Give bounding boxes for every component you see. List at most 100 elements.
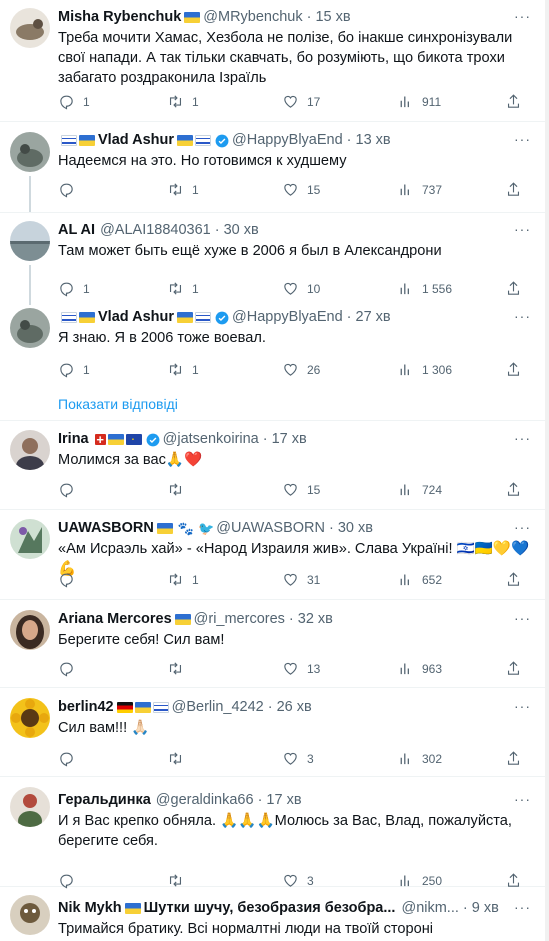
retweet-button[interactable] xyxy=(167,660,192,677)
reply-button[interactable]: 1 xyxy=(58,361,90,378)
retweet-button[interactable]: 1 xyxy=(167,280,199,297)
more-options-icon[interactable]: ··· xyxy=(514,8,531,24)
timestamp[interactable]: 9 хв xyxy=(472,899,499,918)
avatar[interactable] xyxy=(10,308,50,348)
views-button[interactable]: 737 xyxy=(397,181,442,198)
share-button[interactable] xyxy=(505,750,522,767)
tweet[interactable]: berlin42 @Berlin_4242 · 26 хв ··· Сил ва… xyxy=(0,688,545,777)
avatar[interactable] xyxy=(10,787,50,827)
like-button[interactable]: 13 xyxy=(282,660,320,677)
display-name[interactable]: berlin42 xyxy=(58,698,114,717)
views-button[interactable]: 724 xyxy=(397,481,442,498)
reply-button[interactable] xyxy=(58,750,83,767)
like-button[interactable]: 31 xyxy=(282,571,320,588)
views-button[interactable]: 302 xyxy=(397,750,442,767)
more-options-icon[interactable]: ··· xyxy=(514,221,531,237)
display-name[interactable]: Vlad Ashur xyxy=(98,131,174,150)
like-button[interactable]: 3 xyxy=(282,750,314,767)
tweet[interactable]: Irina @jatsenkoirina · 17 хв ··· Молимся… xyxy=(0,421,545,510)
handle[interactable]: @geraldinka66 xyxy=(156,791,254,810)
more-options-icon[interactable]: ··· xyxy=(514,519,531,535)
tweet[interactable]: Ariana Mercores @ri_mercores · 32 хв ···… xyxy=(0,600,545,688)
display-name[interactable]: Ariana Mercores xyxy=(58,610,172,629)
share-button[interactable] xyxy=(505,660,522,677)
views-button[interactable]: 963 xyxy=(397,660,442,677)
timestamp[interactable]: 27 хв xyxy=(356,308,391,327)
timestamp[interactable]: 32 хв xyxy=(298,610,333,629)
avatar[interactable] xyxy=(10,430,50,470)
share-button[interactable] xyxy=(505,280,522,297)
display-name[interactable]: UAWASBORN xyxy=(58,519,154,538)
reply-button[interactable] xyxy=(58,481,83,498)
reply-button[interactable] xyxy=(58,181,83,198)
handle[interactable]: @jatsenkoirina xyxy=(163,430,259,449)
avatar[interactable] xyxy=(10,698,50,738)
more-options-icon[interactable]: ··· xyxy=(514,899,531,915)
display-name[interactable]: Misha Rybenchuk xyxy=(58,8,181,27)
views-button[interactable]: 1 556 xyxy=(397,280,452,297)
display-name[interactable]: Irina xyxy=(58,430,89,449)
share-button[interactable] xyxy=(505,181,522,198)
timestamp[interactable]: 17 хв xyxy=(266,791,301,810)
reply-button[interactable] xyxy=(58,571,83,588)
share-button[interactable] xyxy=(505,571,522,588)
like-button[interactable]: 15 xyxy=(282,181,320,198)
handle[interactable]: @ALAI18840361 xyxy=(100,221,211,240)
timestamp[interactable]: 17 хв xyxy=(272,430,307,449)
tweet[interactable]: Геральдинка @geraldinka66 · 17 хв ··· И … xyxy=(0,777,545,889)
tweet[interactable]: Nik Mykh Шутки шучу, безобразия безобра.… xyxy=(0,887,545,941)
reply-button[interactable]: 1 xyxy=(58,93,90,110)
display-name[interactable]: Геральдинка xyxy=(58,791,151,810)
retweet-button[interactable]: 1 xyxy=(167,571,199,588)
like-button[interactable]: 10 xyxy=(282,280,320,297)
like-button[interactable]: 17 xyxy=(282,93,320,110)
more-options-icon[interactable]: ··· xyxy=(514,430,531,446)
avatar[interactable] xyxy=(10,132,50,172)
share-button[interactable] xyxy=(505,481,522,498)
share-button[interactable] xyxy=(505,93,522,110)
like-button[interactable]: 15 xyxy=(282,481,320,498)
reply-button[interactable] xyxy=(58,660,83,677)
retweet-button[interactable]: 1 xyxy=(167,361,199,378)
tweet[interactable]: Vlad Ashur @HappyBlyaEnd · 13 хв ··· Над… xyxy=(0,122,545,212)
handle[interactable]: @UAWASBORN xyxy=(216,519,325,538)
more-options-icon[interactable]: ··· xyxy=(514,131,531,147)
timestamp[interactable]: 15 хв xyxy=(315,8,350,27)
views-button[interactable]: 911 xyxy=(397,93,441,110)
display-name-extra[interactable]: Шутки шучу, безобразия безобра... xyxy=(144,899,396,918)
retweet-button[interactable] xyxy=(167,481,192,498)
more-options-icon[interactable]: ··· xyxy=(514,698,531,714)
tweet[interactable]: Misha Rybenchuk @MRybenchuk · 15 хв ··· … xyxy=(0,0,545,122)
scrollbar[interactable] xyxy=(545,0,549,941)
tweet[interactable]: AL AI @ALAI18840361 · 30 хв ··· Там може… xyxy=(0,212,545,305)
avatar[interactable] xyxy=(10,610,50,650)
retweet-button[interactable] xyxy=(167,750,192,767)
avatar[interactable] xyxy=(10,519,50,559)
reply-button[interactable]: 1 xyxy=(58,280,90,297)
more-options-icon[interactable]: ··· xyxy=(514,308,531,324)
display-name[interactable]: Vlad Ashur xyxy=(98,308,174,327)
tweet[interactable]: Vlad Ashur @HappyBlyaEnd · 27 хв ··· Я з… xyxy=(0,302,545,421)
more-options-icon[interactable]: ··· xyxy=(514,791,531,807)
handle[interactable]: @Berlin_4242 xyxy=(172,698,264,717)
timestamp[interactable]: 26 хв xyxy=(277,698,312,717)
avatar[interactable] xyxy=(10,895,50,935)
timestamp[interactable]: 13 хв xyxy=(356,131,391,150)
display-name[interactable]: Nik Mykh xyxy=(58,899,122,918)
handle[interactable]: @nikm... xyxy=(401,899,458,918)
handle[interactable]: @HappyBlyaEnd xyxy=(232,308,343,327)
avatar[interactable] xyxy=(10,221,50,261)
handle[interactable]: @MRybenchuk xyxy=(203,8,302,27)
views-button[interactable]: 1 306 xyxy=(397,361,452,378)
handle[interactable]: @HappyBlyaEnd xyxy=(232,131,343,150)
more-options-icon[interactable]: ··· xyxy=(514,610,531,626)
tweet[interactable]: UAWASBORN 🐾 🐦 @UAWASBORN · 30 хв ··· «Ам… xyxy=(0,510,545,600)
retweet-button[interactable]: 1 xyxy=(167,181,199,198)
display-name[interactable]: AL AI xyxy=(58,221,95,240)
timestamp[interactable]: 30 хв xyxy=(338,519,373,538)
retweet-button[interactable]: 1 xyxy=(167,93,199,110)
like-button[interactable]: 26 xyxy=(282,361,320,378)
share-button[interactable] xyxy=(505,361,522,378)
avatar[interactable] xyxy=(10,8,50,48)
timestamp[interactable]: 30 хв xyxy=(224,221,259,240)
